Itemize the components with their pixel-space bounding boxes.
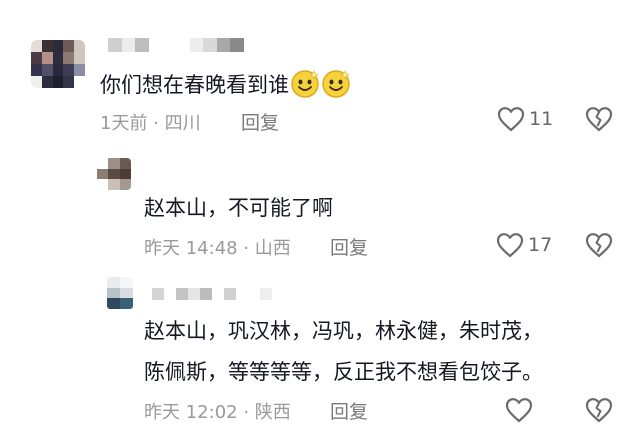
broken-heart-icon[interactable] — [585, 397, 613, 423]
broken-heart-icon[interactable] — [585, 232, 613, 258]
heart-outline-icon[interactable] — [497, 106, 525, 132]
reply-button[interactable]: 回复 — [330, 233, 368, 260]
comment-text-line: 赵本山，巩汉林，冯巩，林永健，朱时茂， — [144, 319, 543, 343]
heart-outline-icon[interactable] — [505, 397, 533, 423]
comment-text-content: 你们想在春晚看到谁 — [100, 73, 289, 97]
username-redacted[interactable] — [108, 38, 244, 52]
comment-text-line: 陈佩斯，等等等等，反正我不想看包饺子。 — [144, 360, 543, 384]
avatar[interactable] — [97, 158, 131, 190]
comment-meta: 1天前 · 四川 — [100, 113, 201, 134]
reply-button[interactable]: 回复 — [241, 108, 279, 135]
comment-text: 赵本山，不可能了啊 — [144, 196, 333, 220]
username-redacted[interactable] — [152, 288, 272, 300]
smiling-emoji-icon — [321, 68, 351, 106]
comment-text: 你们想在春晚看到谁 — [100, 68, 351, 106]
comment-meta: 昨天 12:02 · 陕西 — [144, 402, 291, 423]
like-count: 11 — [529, 108, 554, 130]
smiling-emoji-icon — [290, 68, 320, 106]
reply-button[interactable]: 回复 — [330, 397, 368, 424]
heart-outline-icon[interactable] — [496, 232, 524, 258]
comment-meta: 昨天 14:48 · 山西 — [144, 238, 291, 259]
avatar[interactable] — [31, 40, 85, 88]
broken-heart-icon[interactable] — [585, 106, 613, 132]
like-count: 17 — [528, 234, 553, 256]
avatar[interactable] — [107, 277, 133, 309]
